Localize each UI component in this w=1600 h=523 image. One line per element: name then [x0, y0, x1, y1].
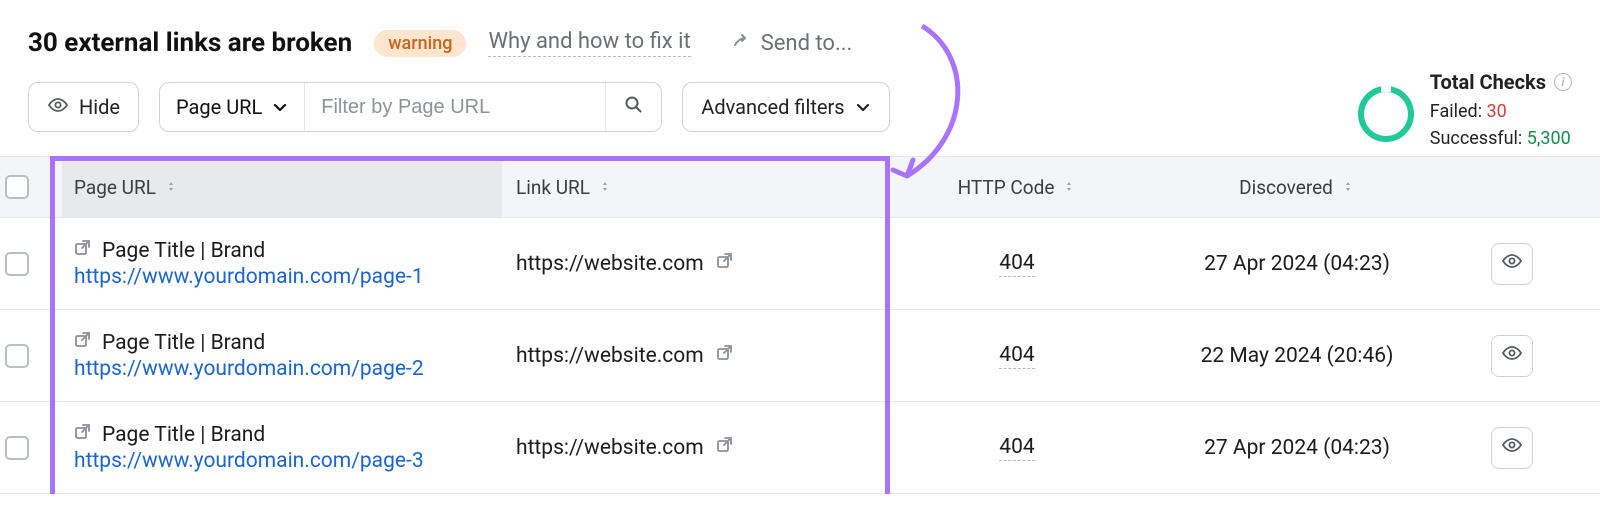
info-icon[interactable]: i [1554, 73, 1572, 91]
column-http-code[interactable]: HTTP Code [902, 176, 1132, 199]
successful-label: Successful: [1430, 128, 1523, 149]
page-title-text: Page Title | Brand [102, 331, 265, 355]
send-to-label: Send to... [761, 31, 853, 56]
external-link-icon[interactable] [74, 331, 92, 355]
external-link-icon[interactable] [74, 239, 92, 263]
page-title-text: Page Title | Brand [102, 423, 265, 447]
http-code-value[interactable]: 404 [999, 343, 1034, 369]
view-button[interactable] [1491, 243, 1533, 285]
page-url-link[interactable]: https://www.yourdomain.com/page-2 [74, 357, 424, 381]
eye-icon [1501, 252, 1523, 275]
sort-icon [164, 181, 178, 193]
column-page-url-label: Page URL [74, 176, 156, 199]
external-link-icon[interactable] [74, 423, 92, 447]
row-checkbox[interactable] [5, 436, 29, 460]
successful-value: 5,300 [1527, 128, 1571, 149]
filter-search-button[interactable] [605, 83, 661, 131]
advanced-filters-button[interactable]: Advanced filters [682, 82, 889, 132]
page-title: 30 external links are broken [28, 28, 352, 58]
send-to-button[interactable]: Send to... [731, 31, 853, 56]
stats-ring-icon [1358, 86, 1414, 142]
row-checkbox[interactable] [5, 344, 29, 368]
eye-icon [1501, 344, 1523, 367]
row-checkbox[interactable] [5, 252, 29, 276]
table-row: Page Title | Brand https://www.yourdomai… [0, 310, 1600, 402]
link-url-text: https://website.com [516, 436, 704, 460]
hide-button[interactable]: Hide [28, 82, 139, 132]
link-url-text: https://website.com [516, 252, 704, 276]
advanced-filters-label: Advanced filters [701, 95, 844, 119]
column-http-code-label: HTTP Code [958, 176, 1055, 199]
filter-input[interactable] [305, 83, 605, 131]
external-link-icon[interactable] [716, 252, 734, 276]
page-title-text: Page Title | Brand [102, 239, 265, 263]
share-icon [731, 31, 751, 56]
chevron-down-icon [272, 95, 288, 119]
eye-icon [47, 95, 69, 119]
external-link-icon[interactable] [716, 344, 734, 368]
chevron-down-icon [855, 95, 871, 119]
failed-label: Failed: [1430, 101, 1482, 122]
page-url-link[interactable]: https://www.yourdomain.com/page-1 [74, 265, 424, 289]
search-icon [624, 95, 644, 119]
discovered-value: 27 Apr 2024 (04:23) [1204, 252, 1390, 276]
eye-icon [1501, 436, 1523, 459]
view-button[interactable] [1491, 335, 1533, 377]
table-header: Page URL Link URL HTTP Code Discovered [0, 156, 1600, 218]
sort-icon [598, 181, 612, 193]
link-url-text: https://website.com [516, 344, 704, 368]
view-button[interactable] [1491, 427, 1533, 469]
total-checks-label: Total Checks [1430, 70, 1546, 94]
http-code-value[interactable]: 404 [999, 251, 1034, 277]
table-row: Page Title | Brand https://www.yourdomai… [0, 402, 1600, 494]
column-discovered-label: Discovered [1239, 176, 1333, 199]
filter-group: Page URL [159, 82, 662, 132]
discovered-value: 22 May 2024 (20:46) [1201, 344, 1394, 368]
sort-icon [1062, 181, 1076, 193]
select-all-checkbox[interactable] [5, 175, 29, 199]
hide-label: Hide [79, 95, 120, 119]
discovered-value: 27 Apr 2024 (04:23) [1204, 436, 1390, 460]
filter-field-label: Page URL [176, 95, 262, 119]
warning-badge: warning [374, 30, 466, 57]
column-link-url-label: Link URL [516, 176, 590, 199]
column-page-url[interactable]: Page URL [62, 157, 502, 217]
total-checks-stats: Total Checks i Failed: 30 Successful: 5,… [1358, 70, 1572, 152]
column-link-url[interactable]: Link URL [502, 176, 902, 199]
page-url-link[interactable]: https://www.yourdomain.com/page-3 [74, 449, 424, 473]
why-how-link[interactable]: Why and how to fix it [488, 29, 690, 57]
table-row: Page Title | Brand https://www.yourdomai… [0, 218, 1600, 310]
filter-field-dropdown[interactable]: Page URL [160, 83, 305, 131]
failed-value: 30 [1487, 101, 1507, 122]
sort-icon [1341, 181, 1355, 193]
external-link-icon[interactable] [716, 436, 734, 460]
column-discovered[interactable]: Discovered [1132, 176, 1462, 199]
http-code-value[interactable]: 404 [999, 435, 1034, 461]
